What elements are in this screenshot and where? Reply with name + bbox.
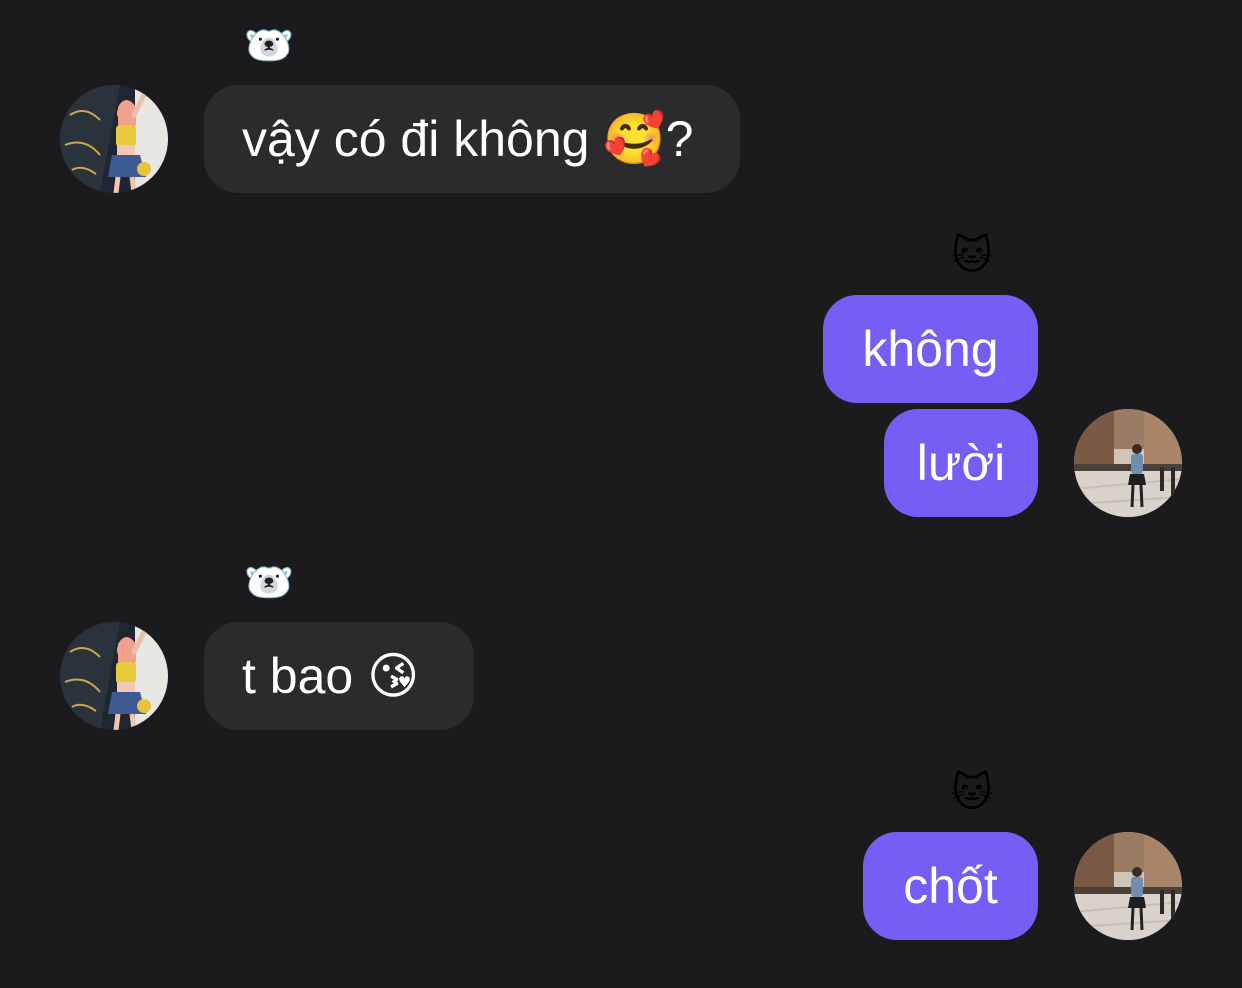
my-avatar-photo xyxy=(1074,409,1182,517)
smiling-face-with-hearts-emoji: 🥰 xyxy=(603,111,666,167)
message-text: chốt xyxy=(903,858,998,914)
message-text: không xyxy=(862,321,999,377)
outgoing-message-bubble[interactable]: chốt xyxy=(863,832,1038,940)
face-blowing-kiss-emoji: 😘 xyxy=(367,648,420,704)
my-avatar[interactable] xyxy=(1074,832,1182,940)
contact-avatar[interactable] xyxy=(60,622,168,730)
cat-reaction[interactable]: 🐱 xyxy=(944,769,1000,817)
message-text: vậy có đi không xyxy=(242,111,604,167)
outgoing-message-bubble[interactable]: lười xyxy=(884,409,1038,517)
message-text: lười xyxy=(916,435,1006,491)
incoming-message-bubble[interactable]: t bao 😘 xyxy=(204,622,474,730)
polar-bear-reaction[interactable]: 🐻‍❄️ xyxy=(241,559,297,607)
cat-reaction[interactable]: 🐱 xyxy=(944,232,1000,280)
message-text-suffix: ? xyxy=(665,111,694,167)
message-text: t bao xyxy=(242,648,368,704)
contact-avatar-photo xyxy=(60,622,168,730)
polar-bear-reaction[interactable]: 🐻‍❄️ xyxy=(241,22,297,70)
contact-avatar[interactable] xyxy=(60,85,168,193)
my-avatar-photo xyxy=(1074,832,1182,940)
incoming-message-bubble[interactable]: vậy có đi không 🥰? xyxy=(204,85,740,193)
contact-avatar-photo xyxy=(60,85,168,193)
outgoing-message-bubble[interactable]: không xyxy=(823,295,1038,403)
my-avatar[interactable] xyxy=(1074,409,1182,517)
